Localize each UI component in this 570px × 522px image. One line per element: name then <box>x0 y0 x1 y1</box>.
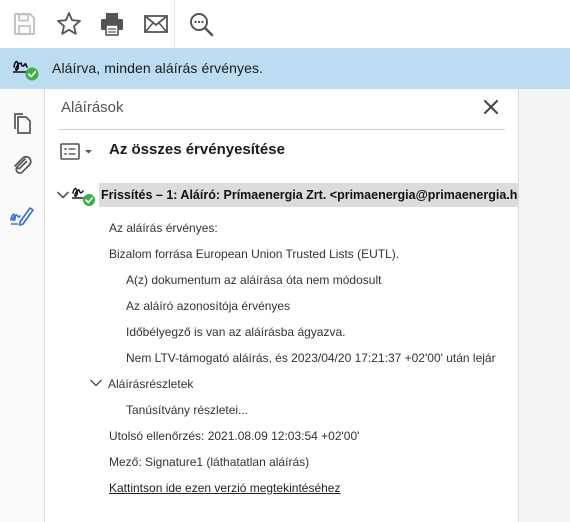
signature-label: Frissítés – 1: Aláíró: Prímaenergia Zrt.… <box>99 183 537 207</box>
validate-row: Az összes érvényesítése <box>59 139 499 165</box>
pages-button[interactable] <box>8 109 36 137</box>
email-icon <box>144 15 168 33</box>
attachments-button[interactable] <box>8 151 36 179</box>
bookmark-button[interactable] <box>53 8 85 40</box>
detail-valid: Az aláírás érvényes: <box>109 221 218 235</box>
signature-pen-icon <box>10 207 34 226</box>
chevron-down-icon[interactable] <box>89 376 103 390</box>
print-icon <box>101 13 123 36</box>
email-button[interactable] <box>140 8 172 40</box>
signatures-panel: Aláírások Az összes érvényesítése Frissí… <box>45 89 537 522</box>
toolbar-separator <box>174 0 175 48</box>
save-button[interactable] <box>8 8 40 40</box>
options-menu-button[interactable] <box>59 141 97 163</box>
save-icon <box>14 13 35 35</box>
validate-all-button[interactable]: Az összes érvényesítése <box>109 141 285 158</box>
detail-trust-source: Bizalom forrása European Union Trusted L… <box>109 247 400 261</box>
zoom-button[interactable] <box>185 8 217 40</box>
close-panel-button[interactable] <box>481 97 501 117</box>
panel-divider <box>59 129 505 130</box>
close-icon <box>484 100 498 114</box>
panel-title: Aláírások <box>61 99 124 116</box>
banner-text: Aláírva, minden aláírás érvényes. <box>52 60 264 76</box>
signed-valid-icon <box>71 183 97 207</box>
left-navigation-rail <box>0 89 45 522</box>
certificate-details-link[interactable]: Tanúsítvány részletei... <box>126 403 248 417</box>
zoom-search-icon <box>190 13 214 37</box>
last-checked: Utolsó ellenőrzés: 2021.08.09 12:03:54 +… <box>109 429 360 443</box>
signature-details-toggle[interactable]: Aláírásrészletek <box>108 377 193 391</box>
print-button[interactable] <box>96 8 128 40</box>
signature-field: Mező: Signature1 (láthatatlan aláírás) <box>109 455 310 469</box>
detail-not-modified: A(z) dokumentum az aláírása óta nem módo… <box>126 273 382 287</box>
signatures-button[interactable] <box>8 201 36 229</box>
bookmark-star-icon <box>57 12 81 35</box>
detail-signer-valid: Az aláíró azonosítója érvényes <box>126 299 291 313</box>
chevron-down-icon[interactable] <box>55 187 71 203</box>
signed-valid-icon <box>12 55 40 81</box>
signature-entry[interactable]: Frissítés – 1: Aláíró: Prímaenergia Zrt.… <box>55 181 537 211</box>
signature-status-banner: Aláírva, minden aláírás érvényes. <box>0 48 570 89</box>
document-area <box>518 89 570 522</box>
detail-ltv-expiry: Nem LTV-támogató aláírás, és 2023/04/20 … <box>126 351 496 365</box>
panel-border <box>518 89 519 522</box>
pages-icon <box>14 113 31 134</box>
list-options-icon <box>60 143 92 160</box>
view-version-link[interactable]: Kattintson ide ezen verzió megtekintéséh… <box>109 481 340 495</box>
detail-timestamp: Időbélyegző is van az aláírásba ágyazva. <box>126 325 346 339</box>
attachment-icon <box>14 155 32 174</box>
top-toolbar <box>0 0 570 48</box>
